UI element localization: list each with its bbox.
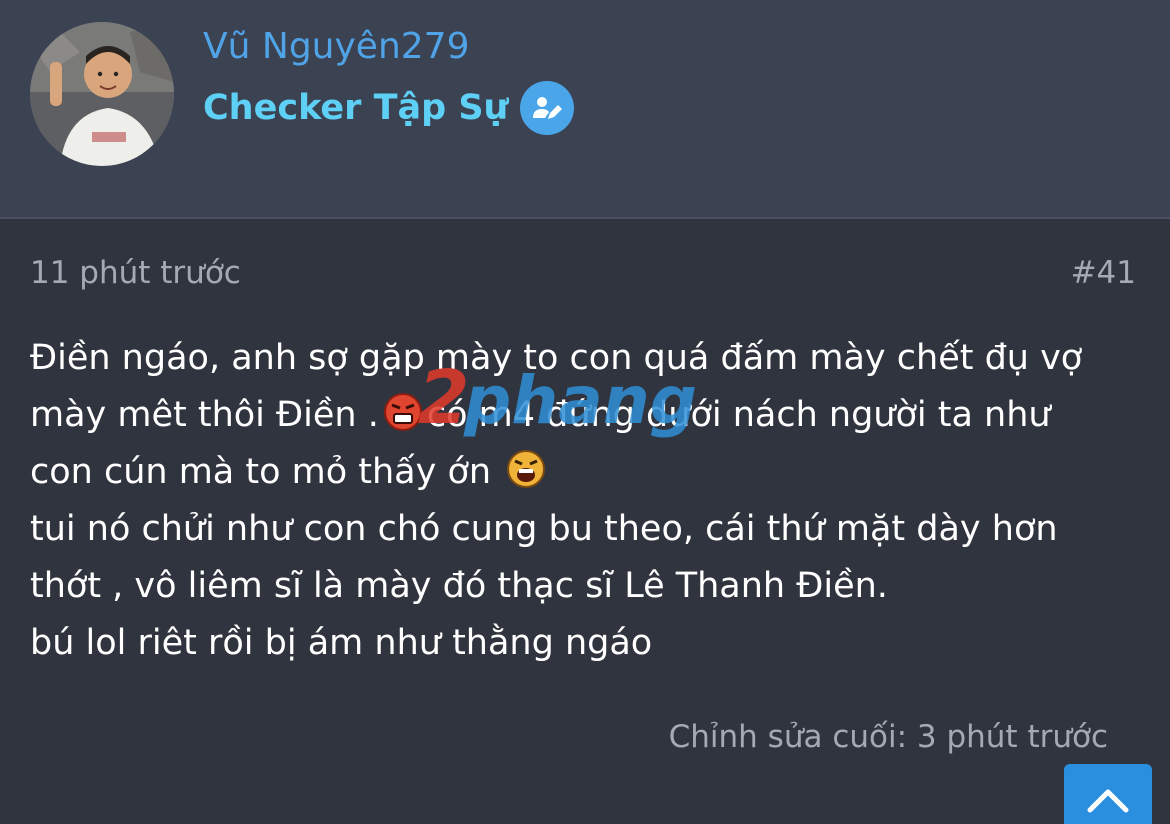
post-line: Điền ngáo, anh sợ gặp mày to con quá đấm… — [30, 338, 1083, 378]
post-text: có m4 đứng dưới nách người ta như — [426, 395, 1051, 435]
last-edit-info: Chỉnh sửa cuối: 3 phút trước — [668, 719, 1108, 755]
post-line: con cún mà to mỏ thấy ớn — [30, 444, 1150, 501]
user-title: Checker Tập Sự — [203, 88, 509, 128]
post-line: tui nó chửi như con chó cung bu theo, cá… — [30, 509, 1058, 549]
post-text: con cún mà to mỏ thấy ớn — [30, 452, 492, 492]
post-author-header: Vũ Nguyên279 Checker Tập Sự — [0, 0, 1170, 219]
post-body: Điền ngáo, anh sợ gặp mày to con quá đấm… — [30, 330, 1150, 672]
angry-face-icon — [383, 392, 423, 432]
post-number[interactable]: #41 — [1071, 255, 1136, 291]
post-container: 11 phút trước #41 Điền ngáo, anh sợ gặp … — [0, 219, 1170, 824]
post-line: mày mêt thôi Điền . có m4 đứng dưới nách … — [30, 387, 1150, 444]
post-line: bú lol riêt rồi bị ám như thằng ngáo — [30, 623, 653, 663]
post-line: thớt , vô liêm sĩ là mày đó thạc sĩ Lê T… — [30, 566, 888, 606]
username[interactable]: Vũ Nguyên279 — [203, 26, 469, 67]
post-text: mày mêt thôi Điền . — [30, 395, 379, 435]
shouting-face-icon — [506, 449, 546, 489]
arrow-up-icon — [1087, 789, 1129, 813]
post-time[interactable]: 11 phút trước — [30, 255, 241, 291]
avatar[interactable] — [30, 22, 174, 166]
scroll-to-top-button[interactable] — [1064, 764, 1152, 824]
pencil-person-icon — [520, 81, 575, 135]
avatar-photo — [30, 22, 174, 166]
user-title-row: Checker Tập Sự — [203, 80, 575, 136]
